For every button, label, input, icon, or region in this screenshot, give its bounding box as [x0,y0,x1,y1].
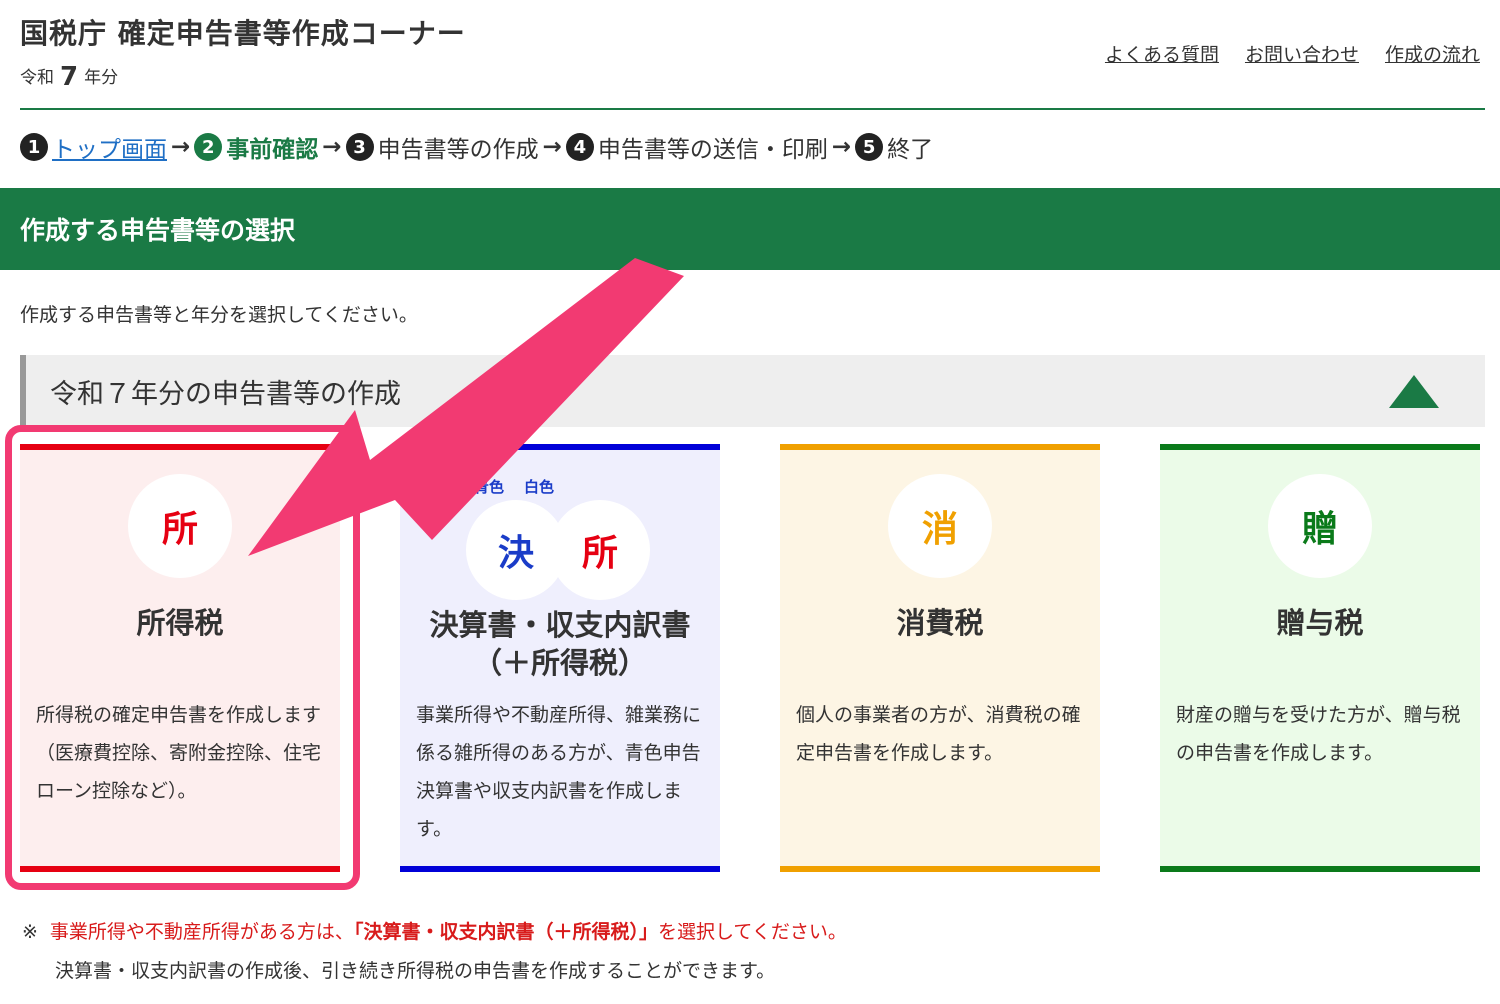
section-title: 令和７年分の申告書等の作成 [50,378,401,410]
card-accent-bottom [400,866,720,872]
flow-link[interactable]: 作成の流れ [1385,40,1480,67]
step-label: 終了 [887,137,934,163]
step-arrow-icon: → [322,134,342,160]
note-text-c: を選択してください。 [657,921,847,943]
note-text-a: 事業所得や不動産所得がある方は、 [49,921,354,943]
step-arrow-icon: → [171,134,191,160]
note-text-b: 「決算書・収支内訳書（＋所得税）」 [353,921,658,943]
card-consumption-tax[interactable]: 消 消費税 個人の事業者の方が、消費税の確定申告書を作成します。 [780,444,1100,872]
card-title: 贈与税 [1276,606,1364,640]
card-accent-top [780,444,1100,450]
note-line-1: ※ 事業所得や不動産所得がある方は、「決算書・収支内訳書（＋所得税）」を選択してく… [22,917,847,944]
card-accent-top [1160,444,1480,450]
step-1: 1 トップ画面 [20,130,167,164]
card-gift-tax[interactable]: 贈 贈与税 財産の贈与を受けた方が、贈与税の申告書を作成します。 [1160,444,1480,872]
page-heading: 作成する申告書等の選択 [20,216,296,245]
card-title-line2: （＋所得税） [472,646,647,680]
triangle-up-icon[interactable] [1389,375,1439,408]
blue-return-badge: 青色 [474,478,505,496]
card-title: 決算書・収支内訳書 （＋所得税） [400,606,720,682]
step-number-3: 3 [345,133,374,161]
step-5: 5 終了 [855,130,933,164]
card-accent-top [400,444,720,450]
header-links: よくある質問 お問い合わせ 作成の流れ [1105,40,1480,67]
step-2: 2 事前確認 [194,130,318,164]
step-arrow-icon: → [542,134,562,160]
step-4: 4 申告書等の送信・印刷 [565,130,828,164]
contact-link[interactable]: お問い合わせ [1245,40,1359,67]
step-top-link[interactable]: トップ画面 [52,130,167,164]
white-return-badge: 白色 [524,478,555,496]
tax-year: 令和 7 年分 [20,62,118,92]
step-number-1: 1 [20,133,48,161]
step-number-4: 4 [565,133,594,161]
card-accent-top [20,444,340,450]
card-accent-bottom [780,866,1100,872]
card-title: 消費税 [896,606,984,640]
card-accent-bottom [20,866,340,872]
step-label: 申告書等の送信・印刷 [597,137,828,163]
gift-tax-icon: 贈 [1268,474,1372,578]
card-description: 所得税の確定申告書を作成します（医療費控除、寄附金控除、住宅ローン控除など）。 [36,704,322,802]
income-tax-icon: 所 [128,474,232,578]
step-number-5: 5 [855,133,884,161]
note-line-2: 決算書・収支内訳書の作成後、引き続き所得税の申告書を作成することができます。 [55,960,776,982]
year-number: 7 [60,62,79,92]
site-title: 国税庁 確定申告書等作成コーナー [20,17,466,50]
card-income-tax[interactable]: 所 所得税 所得税の確定申告書を作成します（医療費控除、寄附金控除、住宅ローン控… [20,444,340,872]
financial-statement-icon: 決 [466,500,566,600]
card-financial-statements[interactable]: 青色 白色 所 決 決算書・収支内訳書 （＋所得税） 事業所得や不動産所得、雑業… [400,444,720,872]
card-title-line1: 決算書・収支内訳書 [429,608,691,642]
year-prefix: 令和 [20,68,54,88]
step-current-label: 事前確認 [226,137,319,163]
card-title: 所得税 [136,606,224,640]
step-3: 3 申告書等の作成 [345,130,539,164]
card-description: 財産の贈与を受けた方が、贈与税の申告書を作成します。 [1176,704,1461,764]
card-accent-bottom [1160,866,1480,872]
section-toggle[interactable]: 令和７年分の申告書等の作成 [20,355,1485,427]
faq-link[interactable]: よくある質問 [1105,40,1219,67]
note-mark: ※ [22,921,38,943]
header-divider [20,108,1485,110]
intro-text: 作成する申告書等と年分を選択してください。 [20,304,418,326]
consumption-tax-icon: 消 [888,474,992,578]
step-number-2: 2 [194,133,223,161]
page-heading-banner: 作成する申告書等の選択 [0,188,1500,270]
step-breadcrumb: 1 トップ画面 → 2 事前確認 → 3 申告書等の作成 → 4 申告書等の送信… [20,130,933,164]
year-suffix: 年分 [84,68,119,88]
card-description: 事業所得や不動産所得、雑業務に係る雑所得のある方が、青色申告決算書や収支内訳書を… [416,704,702,840]
card-description: 個人の事業者の方が、消費税の確定申告書を作成します。 [796,704,1081,764]
step-arrow-icon: → [831,134,852,160]
step-label: 申告書等の作成 [377,137,539,163]
